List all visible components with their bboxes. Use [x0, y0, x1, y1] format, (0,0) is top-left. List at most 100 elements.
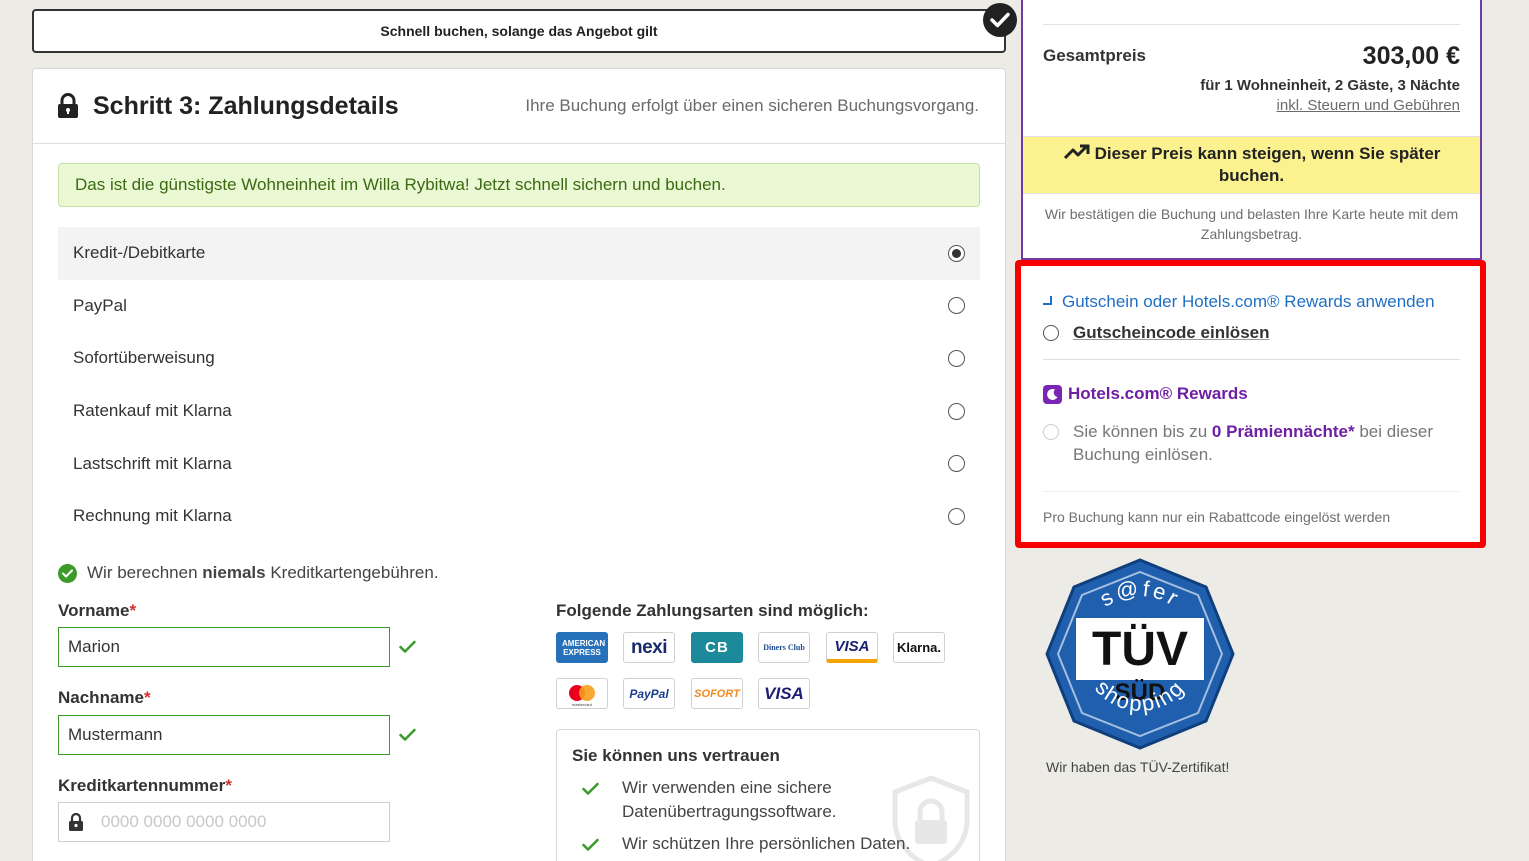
redeem-voucher-option[interactable]: Gutscheincode einlösen	[1043, 323, 1270, 343]
logo-text: VISA	[834, 637, 870, 655]
payment-option-label: Sofortüberweisung	[73, 348, 215, 368]
radio-button[interactable]	[948, 297, 965, 315]
fees-prefix: Wir berechnen	[87, 563, 203, 582]
check-icon	[582, 835, 602, 859]
logo-text: mastercard	[571, 702, 592, 707]
page-title: Schritt 3: Zahlungsdetails	[93, 91, 399, 120]
radio-button[interactable]	[948, 402, 965, 420]
seal-main-text: TÜV	[1092, 623, 1188, 676]
label-text: Kreditkartennummer	[58, 776, 226, 795]
payment-option-label: PayPal	[73, 295, 127, 315]
last-name-input[interactable]: Mustermann	[58, 715, 390, 755]
klarna-logo: Klarna.	[893, 632, 945, 663]
logo-text: VISA	[764, 683, 804, 703]
divider	[1043, 24, 1460, 25]
trust-title: Sie können uns vertrauen	[572, 746, 780, 765]
secure-booking-text: Ihre Buchung erfolgt über einen sicheren…	[525, 96, 979, 115]
sofort-logo: SOFORT	[691, 678, 743, 709]
apply-voucher-link[interactable]: Gutschein oder Hotels.com® Rewards anwen…	[1043, 292, 1435, 312]
nexi-logo: nexi	[623, 632, 675, 663]
paypal-logo: PayPal	[623, 678, 675, 709]
rewards-moon-icon	[1043, 384, 1062, 404]
lock-icon	[57, 93, 79, 119]
first-name-label: Vorname*	[58, 601, 136, 621]
trust-item-text: Wir verwenden eine sichere Datenübertrag…	[622, 778, 837, 821]
diners-club-logo: Diners Club	[758, 632, 810, 663]
check-circle-icon	[58, 563, 77, 583]
tuv-caption: Wir haben das TÜV-Zertifikat!	[1046, 759, 1230, 775]
fees-bold: niemals	[202, 563, 266, 582]
logo-text: Klarna.	[896, 640, 942, 655]
one-code-note: Pro Buchung kann nur ein Rabattcode eing…	[1043, 509, 1391, 525]
no-card-fees-note: Wir berechnen niemals Kreditkartengebühr…	[58, 563, 439, 583]
logo-text: CB	[705, 639, 729, 656]
last-name-label: Nachname*	[58, 688, 151, 708]
trending-up-icon	[1063, 144, 1090, 160]
accepted-methods-title: Folgende Zahlungsarten sind möglich:	[556, 601, 869, 620]
apply-voucher-text: Gutschein oder Hotels.com® Rewards anwen…	[1062, 292, 1435, 311]
valid-check-icon	[399, 728, 416, 747]
trust-item-text: Wir schützen Ihre persönlichen Daten.	[622, 834, 911, 853]
tuv-safer-shopping-seal: s@fer TÜV SÜD shopping	[1044, 558, 1236, 750]
card-number-label: Kreditkartennummer*	[58, 776, 232, 796]
label-text: Vorname	[58, 601, 130, 620]
charge-confirmation-text: Wir bestätigen die Buchung und belasten …	[1044, 206, 1459, 242]
radio-button[interactable]	[948, 507, 965, 525]
visa-logo: VISA	[826, 632, 878, 663]
redeem-voucher-label: Gutscheincode einlösen	[1073, 323, 1270, 342]
rewards-title: Hotels.com® Rewards	[1068, 384, 1248, 403]
reward-nights-count: 0 Prämiennächte*	[1211, 422, 1355, 441]
urgency-banner: Schnell buchen, solange das Angebot gilt	[32, 3, 1017, 53]
logo-text: Diners Club	[763, 643, 805, 652]
logo-text: SOFORT	[694, 687, 740, 700]
amex-logo: AMERICAN EXPRESS	[556, 632, 608, 663]
collapse-arrow-icon	[1043, 295, 1052, 305]
shield-lock-icon	[891, 774, 971, 861]
voucher-rewards-box: Gutschein oder Hotels.com® Rewards anwen…	[1015, 260, 1486, 548]
required-marker: *	[143, 688, 151, 707]
radio-button-disabled	[1043, 424, 1059, 440]
required-marker: *	[129, 601, 137, 620]
valid-check-icon	[399, 640, 416, 659]
radio-button[interactable]	[948, 455, 965, 473]
radio-button[interactable]	[948, 349, 965, 367]
payment-option-klarna-invoice[interactable]: Rechnung mit Klarna	[58, 490, 980, 543]
card-number-placeholder: 0000 0000 0000 0000	[101, 812, 267, 831]
taxes-fees-link[interactable]: inkl. Steuern und Gebühren	[1277, 97, 1460, 114]
logo-text: PayPal	[629, 686, 669, 701]
payment-option-sofort[interactable]: Sofortüberweisung	[58, 332, 980, 385]
payment-option-card[interactable]: Kredit-/Debitkarte	[58, 227, 980, 280]
radio-button[interactable]	[1043, 325, 1059, 341]
cb-logo: CB	[691, 632, 743, 663]
fees-suffix: Kreditkartengebühren.	[265, 563, 439, 582]
payment-option-label: Kredit-/Debitkarte	[73, 243, 206, 263]
rewards-prefix: Sie können bis zu	[1073, 422, 1212, 441]
check-icon	[582, 779, 602, 803]
payment-option-label: Lastschrift mit Klarna	[73, 453, 232, 473]
payment-option-label: Ratenkauf mit Klarna	[73, 401, 232, 421]
payment-option-paypal[interactable]: PayPal	[58, 280, 980, 333]
logo-text: nexi	[630, 636, 668, 658]
cheapest-unit-note: Das ist die günstigste Wohneinheit im Wi…	[58, 163, 980, 207]
required-marker: *	[225, 776, 232, 795]
check-circle-icon	[983, 3, 1017, 37]
divider	[1043, 491, 1460, 492]
label-text: Nachname	[58, 688, 144, 707]
logo-text: AMERICAN EXPRESS	[562, 638, 606, 657]
payment-option-label: Rechnung mit Klarna	[73, 506, 232, 526]
first-name-input[interactable]: Marion	[58, 627, 390, 667]
lock-icon	[68, 812, 84, 837]
rewards-text: Sie können bis zu 0 Prämiennächte* bei d…	[1073, 420, 1463, 466]
price-summary-panel: Gesamtpreis 303,00 € für 1 Wohneinheit, …	[1021, 0, 1482, 260]
card-number-input[interactable]: 0000 0000 0000 0000	[58, 802, 390, 842]
card-header: Schritt 3: Zahlungsdetails Ihre Buchung …	[33, 69, 1005, 144]
payment-details-card: Schritt 3: Zahlungsdetails Ihre Buchung …	[32, 68, 1006, 861]
rewards-nights-option: Sie können bis zu 0 Prämiennächte* bei d…	[1043, 420, 1463, 466]
payment-option-klarna-installment[interactable]: Ratenkauf mit Klarna	[58, 385, 980, 438]
price-rise-warning: Dieser Preis kann steigen, wenn Sie spät…	[1023, 136, 1480, 194]
trust-box: Sie können uns vertrauen Wir verwenden e…	[556, 729, 980, 861]
payment-option-klarna-debit[interactable]: Lastschrift mit Klarna	[58, 437, 980, 490]
divider	[1043, 359, 1460, 360]
visa-logo-2: VISA	[758, 678, 810, 709]
radio-button[interactable]	[948, 244, 965, 262]
